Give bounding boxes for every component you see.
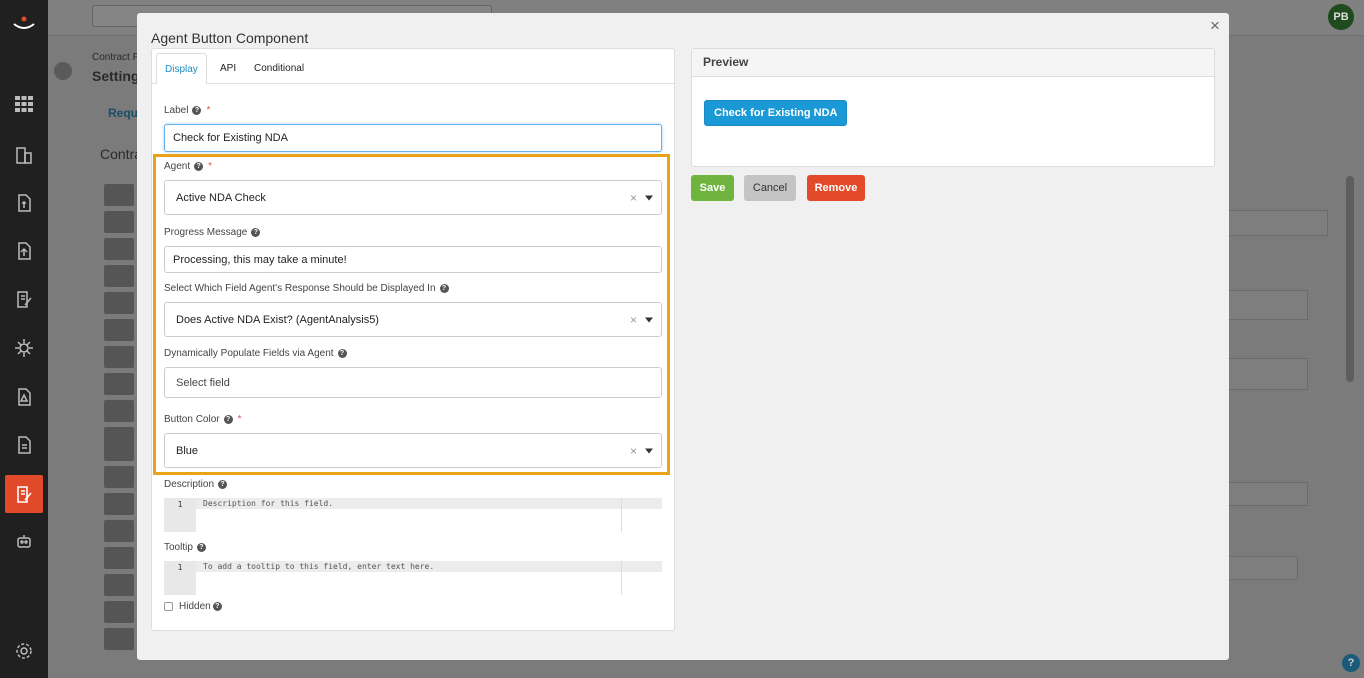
display-field-select[interactable]: Does Active NDA Exist? (AgentAnalysis5) …: [164, 302, 662, 337]
help-icon[interactable]: ?: [194, 162, 204, 171]
help-icon[interactable]: ?: [196, 543, 206, 552]
robot-icon[interactable]: [12, 530, 36, 554]
progress-message-label: Progress Message ?: [164, 227, 261, 238]
description-label: Description ?: [164, 479, 228, 490]
report-document-icon[interactable]: [12, 433, 36, 457]
tab-display[interactable]: Display: [156, 53, 207, 84]
populate-fields-select[interactable]: Select field: [164, 367, 662, 398]
button-color-select[interactable]: Blue ×: [164, 433, 662, 468]
label-input[interactable]: Check for Existing NDA: [164, 124, 662, 152]
clear-icon[interactable]: ×: [630, 313, 637, 327]
dashboard-icon[interactable]: [12, 92, 36, 116]
help-icon[interactable]: ?: [212, 602, 222, 611]
scrollbar: [1346, 176, 1354, 382]
display-field-value: Does Active NDA Exist? (AgentAnalysis5): [176, 313, 379, 326]
help-icon[interactable]: ?: [251, 228, 261, 237]
remove-button[interactable]: Remove: [807, 175, 865, 201]
preview-panel: Preview Check for Existing NDA: [691, 48, 1215, 167]
description-editor[interactable]: 1 Description for this field.: [164, 498, 662, 532]
line-number: 1: [164, 498, 196, 532]
help-icon[interactable]: ?: [223, 415, 233, 424]
warning-document-icon[interactable]: [12, 385, 36, 409]
tab-requests: Requ: [108, 106, 138, 120]
button-color-value: Blue: [176, 444, 199, 457]
preview-button[interactable]: Check for Existing NDA: [704, 100, 848, 126]
tooltip-label: Tooltip ?: [164, 542, 206, 553]
populate-fields-label: Dynamically Populate Fields via Agent ?: [164, 348, 347, 359]
clear-icon[interactable]: ×: [630, 191, 637, 205]
hidden-checkbox[interactable]: [164, 602, 173, 611]
help-icon[interactable]: ?: [218, 480, 228, 489]
settings-gear-icon[interactable]: [12, 639, 36, 663]
help-icon[interactable]: ?: [439, 284, 449, 293]
component-palette: [104, 184, 134, 655]
collapse-sidebar-icon: [54, 62, 72, 80]
breadcrumb: Contract F: [92, 52, 139, 63]
finance-document-icon[interactable]: [12, 191, 36, 215]
populate-fields-placeholder: Select field: [176, 376, 230, 389]
button-color-label: Button Color ? *: [164, 414, 242, 425]
line-number: 1: [164, 561, 196, 595]
page-title: Setting: [92, 68, 140, 84]
edit-document-icon[interactable]: [12, 287, 36, 311]
cancel-button[interactable]: Cancel: [744, 175, 796, 201]
tab-api[interactable]: API: [212, 53, 244, 84]
dialog-title: Agent Button Component: [151, 30, 309, 46]
clear-icon[interactable]: ×: [630, 444, 637, 458]
agent-select-value: Active NDA Check: [176, 191, 266, 204]
tab-bar: Display API Conditional: [152, 49, 674, 84]
tooltip-editor[interactable]: 1 To add a tooltip to this field, enter …: [164, 561, 662, 595]
chevron-down-icon[interactable]: [645, 448, 653, 453]
chevron-down-icon[interactable]: [645, 195, 653, 200]
agent-field-label: Agent ? *: [164, 161, 213, 172]
help-icon[interactable]: ?: [192, 106, 202, 115]
display-field-label: Select Which Field Agent's Response Shou…: [164, 283, 449, 294]
network-gear-icon[interactable]: [12, 336, 36, 360]
agent-button-component-dialog: Agent Button Component × Display API Con…: [137, 13, 1229, 660]
chevron-down-icon[interactable]: [645, 317, 653, 322]
left-rail: [0, 0, 48, 678]
app-logo-icon: [10, 12, 38, 34]
form-builder-icon[interactable]: [5, 475, 43, 513]
hidden-checkbox-row: Hidden ?: [164, 601, 222, 612]
save-button[interactable]: Save: [691, 175, 734, 201]
avatar: PB: [1328, 4, 1354, 30]
upload-document-icon[interactable]: [12, 239, 36, 263]
form-panel: Display API Conditional Label ? * Check …: [151, 48, 675, 631]
buildings-icon[interactable]: [12, 143, 36, 167]
section-title: Contra: [100, 146, 143, 162]
close-icon[interactable]: ×: [1207, 17, 1223, 35]
progress-message-input[interactable]: Processing, this may take a minute!: [164, 246, 662, 273]
label-field-label: Label ? *: [164, 105, 211, 116]
agent-select[interactable]: Active NDA Check ×: [164, 180, 662, 215]
help-icon: ?: [1342, 654, 1360, 672]
tab-conditional[interactable]: Conditional: [246, 53, 312, 84]
preview-title: Preview: [692, 49, 1214, 77]
tooltip-placeholder: To add a tooltip to this field, enter te…: [203, 562, 435, 571]
help-icon[interactable]: ?: [337, 349, 347, 358]
description-placeholder: Description for this field.: [203, 499, 334, 508]
